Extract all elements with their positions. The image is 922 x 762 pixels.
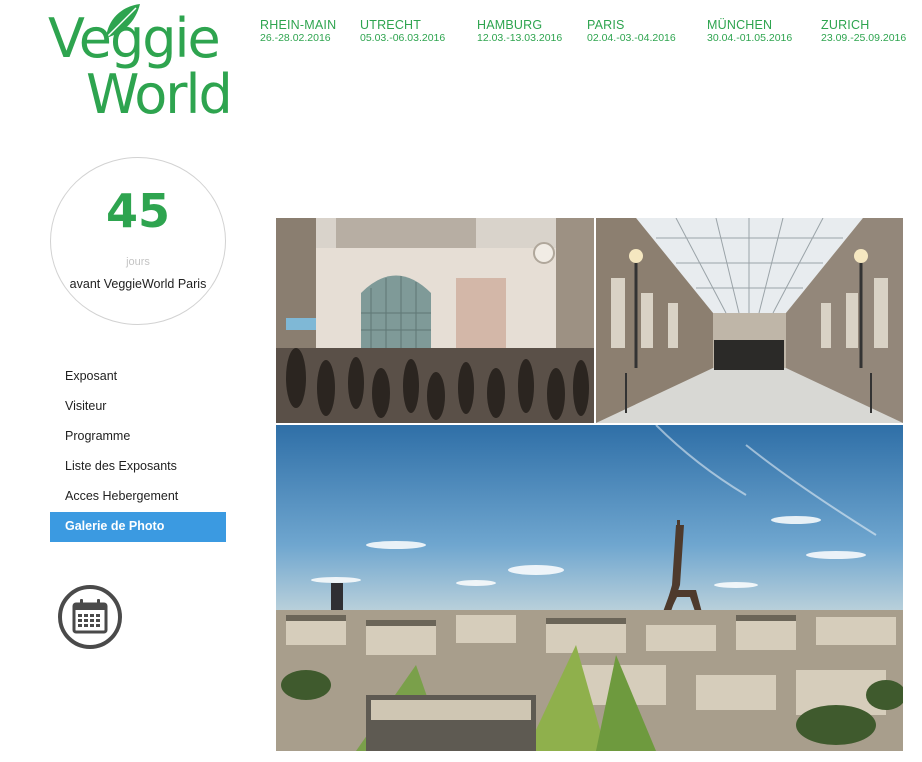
gallery-photo-paris-skyline[interactable] bbox=[276, 425, 903, 751]
menu-item-programme[interactable]: Programme bbox=[50, 422, 226, 452]
event-date: 12.03.-13.03.2016 bbox=[477, 32, 563, 44]
event-link-zurich[interactable]: ZURICH 23.09.-25.09.2016 bbox=[821, 18, 906, 45]
event-date: 02.04.-03.-04.2016 bbox=[587, 32, 676, 44]
event-city: MÜNCHEN bbox=[707, 18, 773, 32]
gallery-photo-hall-crowd[interactable] bbox=[276, 218, 594, 423]
event-link-paris[interactable]: PARIS 02.04.-03.-04.2016 bbox=[587, 18, 676, 45]
event-city: HAMBURG bbox=[477, 18, 543, 32]
event-date: 23.09.-25.09.2016 bbox=[821, 32, 907, 44]
event-city: UTRECHT bbox=[360, 18, 422, 32]
countdown-unit: jours bbox=[126, 256, 150, 268]
menu-item-exposant[interactable]: Exposant bbox=[50, 362, 226, 392]
logo-text-veggie: Veggie bbox=[48, 7, 221, 70]
menu-item-visiteur[interactable]: Visiteur bbox=[50, 392, 226, 422]
event-link-utrecht[interactable]: UTRECHT 05.03.-06.03.2016 bbox=[360, 18, 445, 45]
side-menu: Exposant Visiteur Programme Liste des Ex… bbox=[50, 362, 226, 542]
photo-gallery bbox=[276, 218, 903, 751]
event-link-rhein-main[interactable]: RHEIN-MAIN 26.-28.02.2016 bbox=[260, 18, 336, 45]
veggieworld-logo[interactable]: Veggie World bbox=[48, 2, 238, 124]
calendar-icon bbox=[58, 585, 122, 649]
menu-item-liste-exposants[interactable]: Liste des Exposants bbox=[50, 452, 226, 482]
event-date: 30.04.-01.05.2016 bbox=[707, 32, 793, 44]
event-link-munchen[interactable]: MÜNCHEN 30.04.-01.05.2016 bbox=[707, 18, 792, 45]
countdown-circle: 45 jours avant VeggieWorld Paris bbox=[50, 157, 226, 325]
menu-item-acces-hebergement[interactable]: Acces Hebergement bbox=[50, 482, 226, 512]
event-city: PARIS bbox=[587, 18, 625, 32]
event-date: 05.03.-06.03.2016 bbox=[360, 32, 446, 44]
event-link-hamburg[interactable]: HAMBURG 12.03.-13.03.2016 bbox=[477, 18, 562, 45]
menu-item-galerie-photo[interactable]: Galerie de Photo bbox=[50, 512, 226, 542]
events-nav: RHEIN-MAIN 26.-28.02.2016 UTRECHT 05.03.… bbox=[260, 18, 914, 48]
calendar-button[interactable] bbox=[57, 584, 123, 650]
logo-text-world: World bbox=[86, 63, 233, 126]
countdown-caption: avant VeggieWorld Paris bbox=[69, 277, 207, 291]
event-date: 26.-28.02.2016 bbox=[260, 32, 331, 44]
event-city: ZURICH bbox=[821, 18, 870, 32]
gallery-photo-hall-interior[interactable] bbox=[596, 218, 903, 423]
countdown-number: 45 bbox=[105, 184, 170, 238]
event-city: RHEIN-MAIN bbox=[260, 18, 337, 32]
